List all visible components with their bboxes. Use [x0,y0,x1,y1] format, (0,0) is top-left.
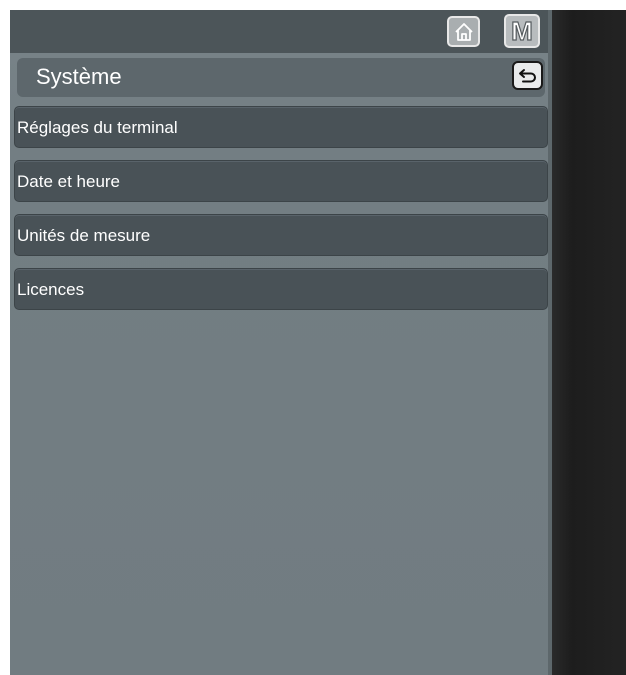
home-button[interactable] [447,16,480,47]
menu-item-licenses[interactable]: Licences [14,268,548,310]
menu-item-units[interactable]: Unités de mesure [14,214,548,256]
menu-item-terminal-settings[interactable]: Réglages du terminal [14,106,548,148]
page-title: Système [36,64,122,89]
m-icon: M [511,16,534,46]
back-arrow-icon [518,68,536,82]
menu-item-label: Unités de mesure [17,226,151,245]
menu-item-label: Date et heure [17,172,121,191]
menu-item-label: Licences [17,280,85,299]
back-button[interactable] [512,61,543,90]
menu-item-date-time[interactable]: Date et heure [14,160,548,202]
terminal-screen: M Système Réglages du terminal Date et h… [10,10,626,675]
top-bar: M [10,10,552,53]
menu-item-label: Réglages du terminal [17,118,178,137]
title-bar: Système [17,58,545,97]
home-icon [454,22,473,41]
manual-mode-button[interactable]: M [504,14,540,48]
side-strip [552,10,626,675]
main-panel: M Système Réglages du terminal Date et h… [10,10,552,675]
